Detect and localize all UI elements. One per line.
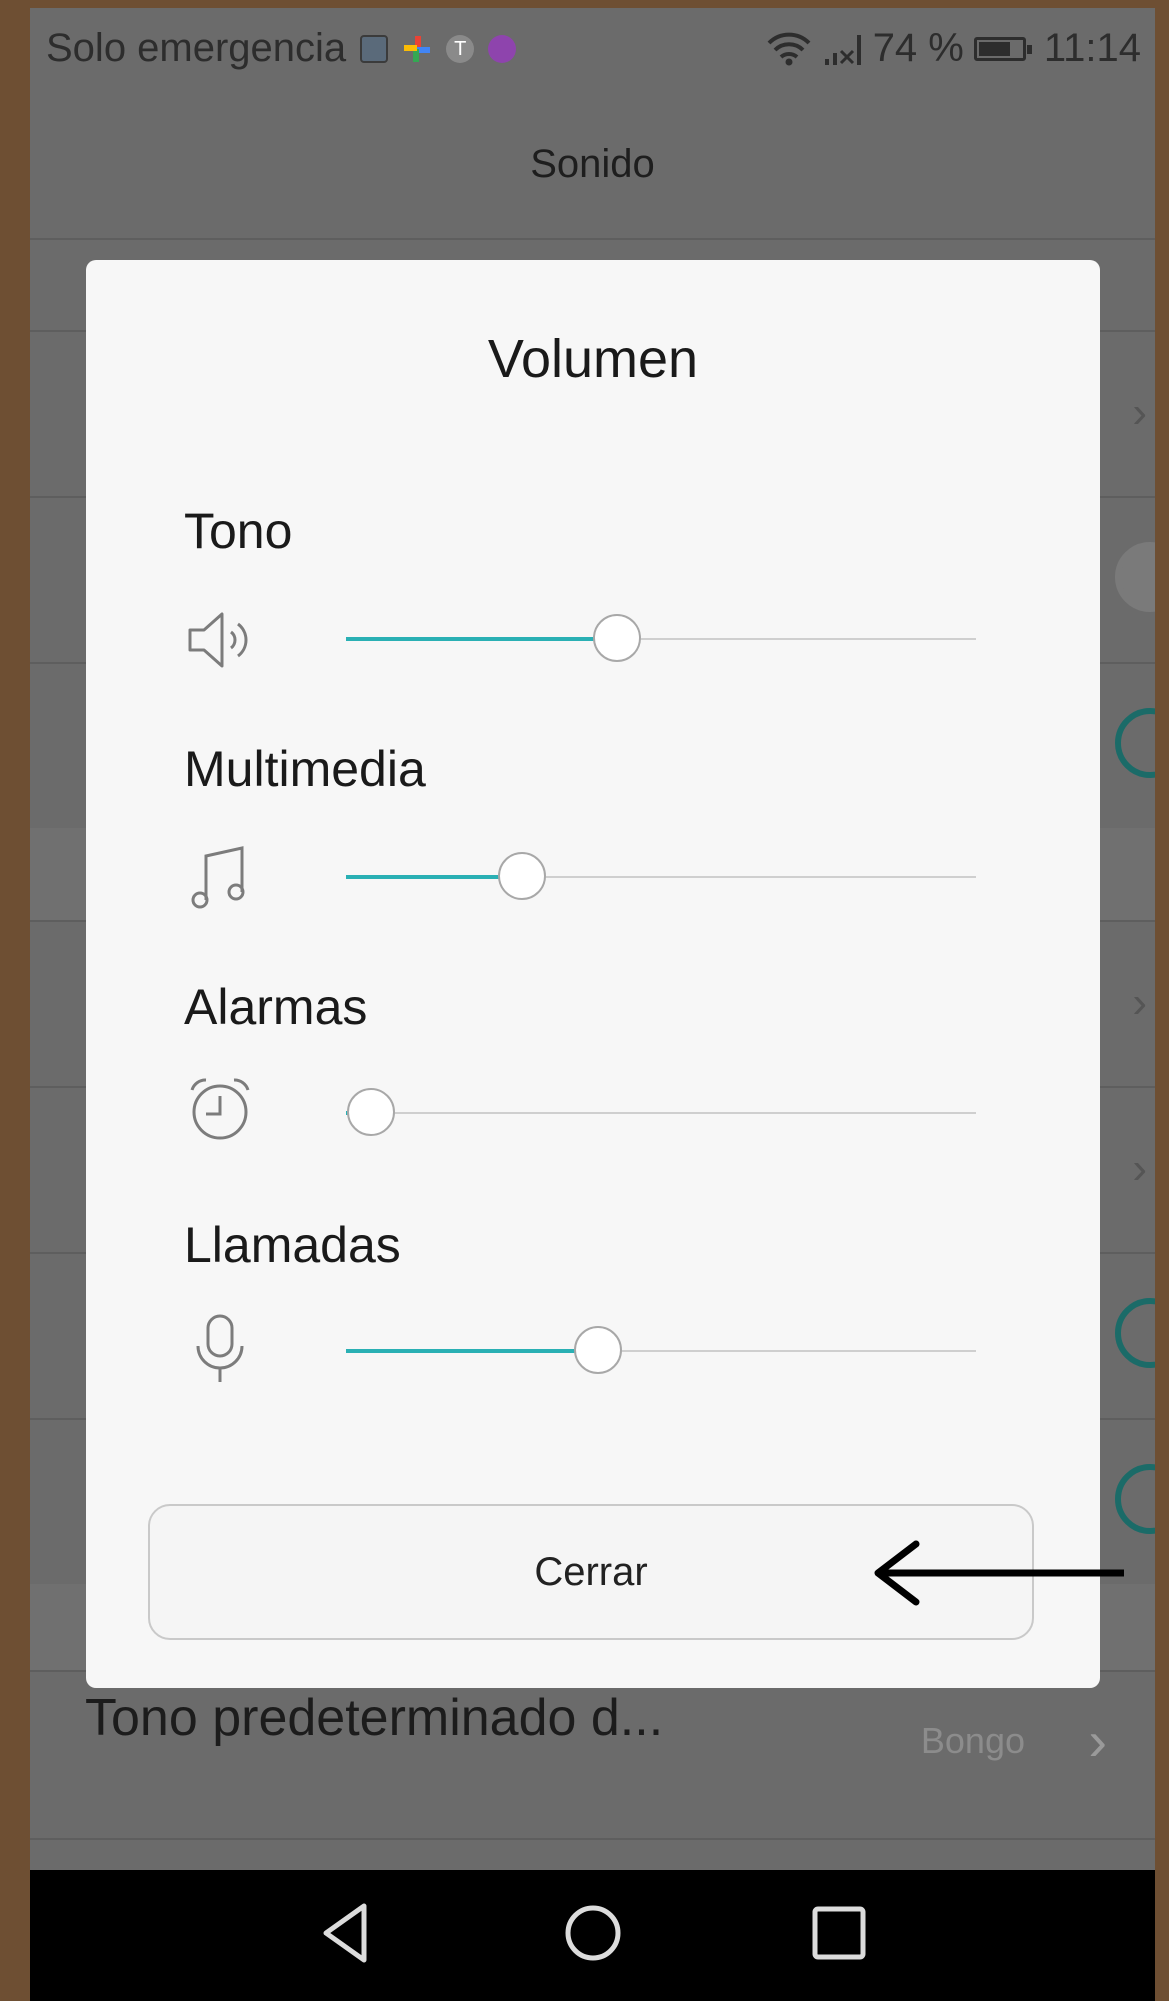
volume-label-media: Multimedia xyxy=(184,741,426,797)
volume-label-ringtone: Tono xyxy=(184,503,293,559)
slider-thumb[interactable] xyxy=(592,614,641,662)
chevron-right-icon: › xyxy=(1088,1709,1107,1772)
home-icon[interactable] xyxy=(558,1898,628,1968)
back-icon[interactable] xyxy=(312,1898,382,1968)
volume-dialog: Volumen Tono Multimedia Alarmas Llamadas… xyxy=(86,260,1100,1688)
phone-screen: Solo emergencia T 74 % 11:14 Sonido › › … xyxy=(30,8,1155,2001)
slider-fill xyxy=(346,637,617,641)
page-title: Sonido xyxy=(530,141,655,186)
gallery-icon xyxy=(360,34,389,63)
battery-percent: 74 % xyxy=(872,26,964,70)
music-note-icon xyxy=(191,846,245,909)
slider-track xyxy=(346,1112,976,1114)
microphone-icon xyxy=(196,1314,244,1382)
slider-thumb[interactable] xyxy=(498,852,547,900)
list-item-label: Tono predeterminado d... xyxy=(85,1689,664,1747)
status-left: Solo emergencia T xyxy=(46,26,517,71)
pinwheel-icon xyxy=(404,35,431,62)
status-right: 74 % 11:14 xyxy=(765,26,1141,71)
clock: 11:14 xyxy=(1043,26,1141,70)
navigation-bar xyxy=(30,1870,1155,2001)
call-volume-slider[interactable] xyxy=(346,1326,976,1376)
no-signal-icon xyxy=(824,34,861,65)
wifi-icon xyxy=(767,32,811,65)
media-volume-slider[interactable] xyxy=(346,852,976,902)
alarm-clock-icon xyxy=(190,1078,250,1140)
status-bar: Solo emergencia T 74 % 11:14 xyxy=(30,8,1155,90)
slider-fill xyxy=(346,875,523,879)
chevron-right-icon: › xyxy=(1132,978,1147,1027)
speaker-icon xyxy=(188,612,248,668)
keyboard-icon xyxy=(488,34,517,63)
ringtone-volume-slider[interactable] xyxy=(346,614,976,664)
photo-frame: Solo emergencia T 74 % 11:14 Sonido › › … xyxy=(0,0,1169,2001)
slider-thumb[interactable] xyxy=(574,1326,622,1374)
recents-icon[interactable] xyxy=(804,1898,874,1968)
chevron-right-icon: › xyxy=(1132,388,1147,437)
carrier-text: Solo emergencia xyxy=(46,26,347,70)
annotation-arrow xyxy=(874,1540,1124,1606)
close-button-label: Cerrar xyxy=(534,1549,648,1594)
dialog-title: Volumen xyxy=(487,329,699,389)
alarm-volume-slider[interactable] xyxy=(346,1088,976,1138)
volume-label-calls: Llamadas xyxy=(184,1217,401,1273)
t-icon: T xyxy=(446,34,475,63)
page-header: Sonido xyxy=(30,90,1155,240)
volume-label-alarms: Alarmas xyxy=(184,979,368,1035)
battery-icon xyxy=(973,36,1032,61)
battery-fill xyxy=(978,41,1010,56)
slider-thumb[interactable] xyxy=(347,1088,396,1136)
chevron-right-icon: › xyxy=(1132,1144,1147,1193)
slider-fill xyxy=(346,1349,598,1353)
list-item-value: Bongo xyxy=(920,1720,1025,1761)
